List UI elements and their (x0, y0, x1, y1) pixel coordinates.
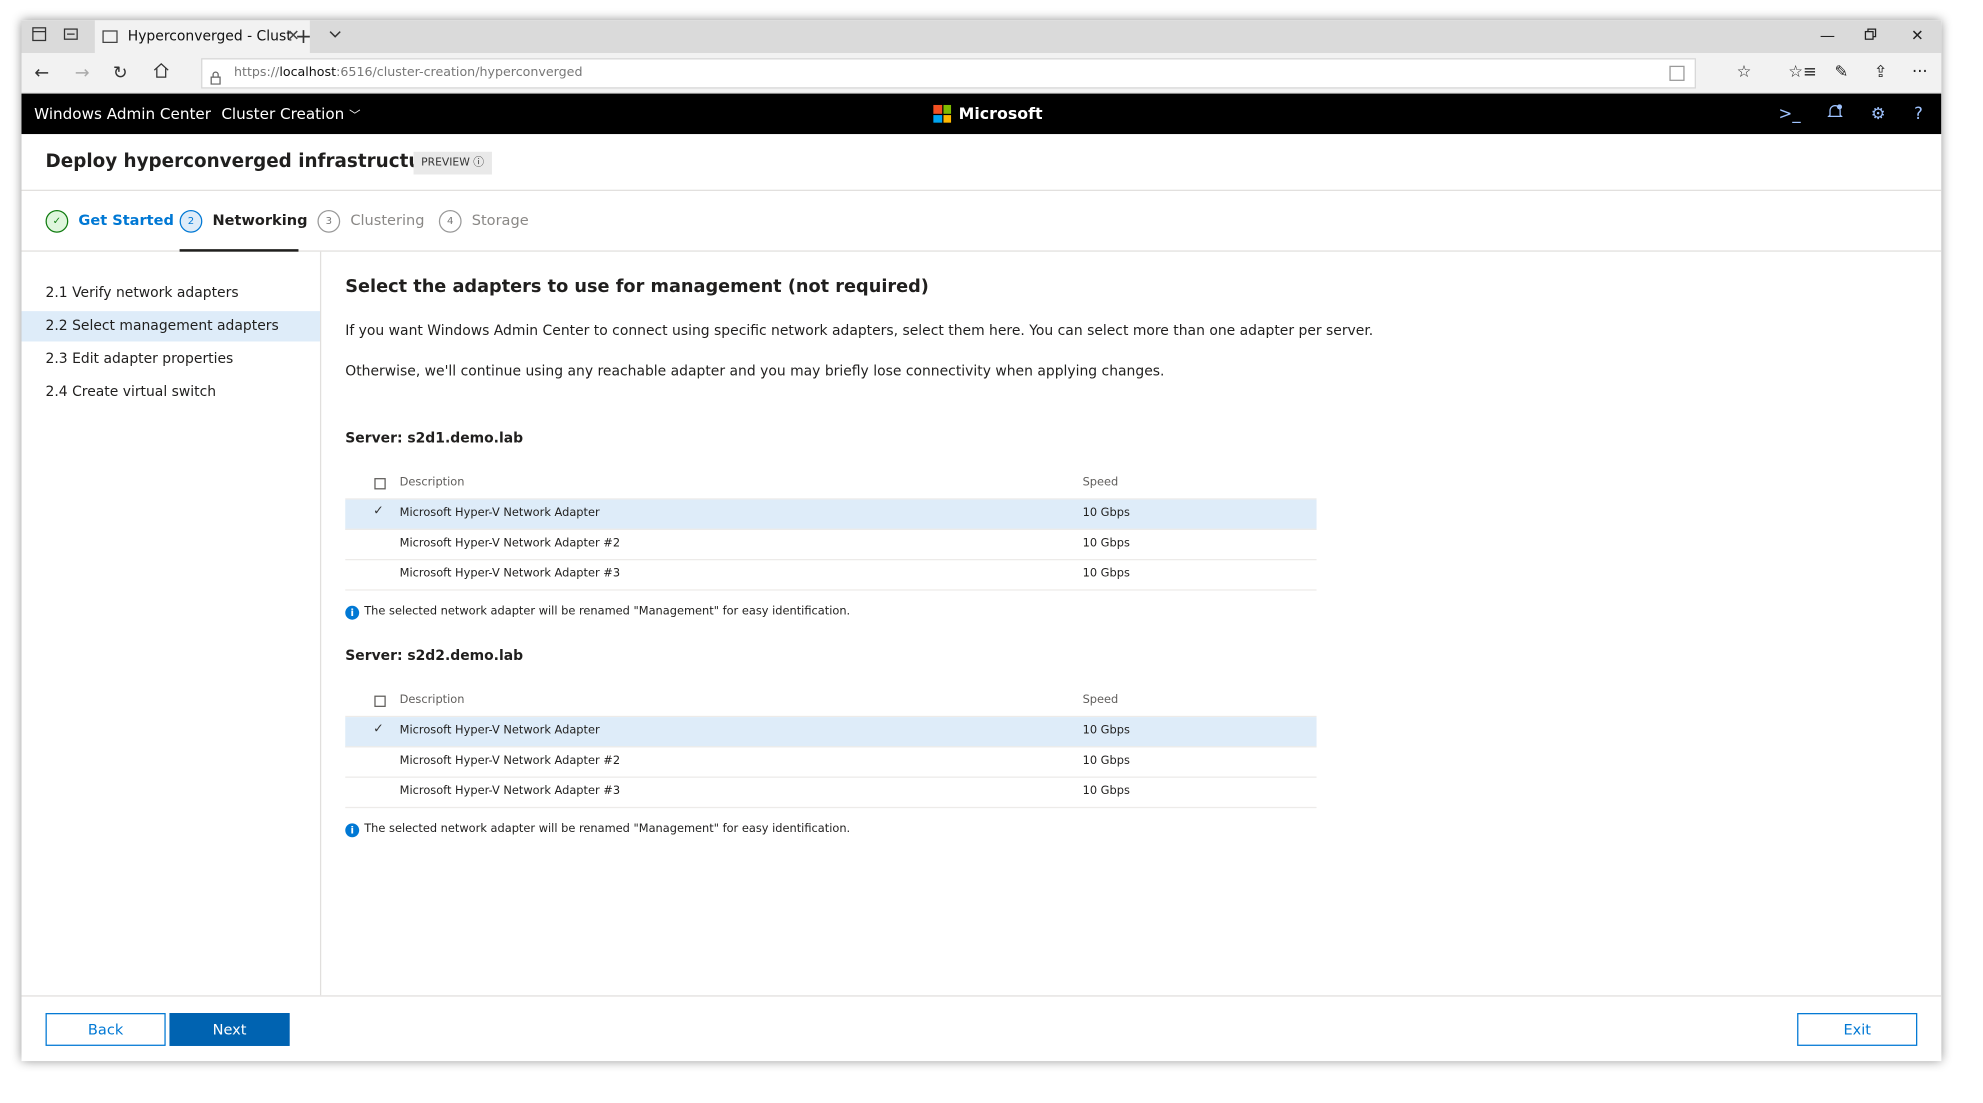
table-header: Description Speed (345, 687, 1317, 718)
section-switcher[interactable]: Cluster Creation ﹀ (221, 105, 360, 123)
adapter-description: Microsoft Hyper-V Network Adapter #2 (399, 537, 621, 551)
next-button[interactable]: Next (169, 1013, 290, 1046)
more-icon[interactable]: ··· (1906, 61, 1934, 86)
restore-icon[interactable] (1864, 27, 1877, 45)
checkmark-icon: ✓ (45, 209, 69, 233)
table-row[interactable]: Microsoft Hyper-V Network Adapter #3 10 … (345, 560, 1317, 591)
chevron-down-icon[interactable] (324, 25, 347, 48)
substep-select-management-adapters[interactable]: 2.2 Select management adapters (21, 311, 320, 342)
adapter-speed: 10 Gbps (1082, 755, 1130, 768)
substep-edit-adapter-properties[interactable]: 2.3 Edit adapter properties (21, 344, 319, 374)
reading-view-icon[interactable] (1669, 65, 1685, 81)
rename-note: i The selected network adapter will be re… (345, 823, 850, 838)
lock-icon (210, 66, 221, 85)
column-header-description[interactable]: Description (400, 694, 465, 707)
adapter-description: Microsoft Hyper-V Network Adapter #3 (399, 567, 621, 581)
adapter-table-s2d2: Description Speed ✓ Microsoft Hyper-V Ne… (345, 687, 1317, 809)
tab-preview-icon[interactable] (59, 25, 82, 48)
app-brand[interactable]: Windows Admin Center (34, 105, 211, 123)
home-icon[interactable] (148, 61, 173, 86)
adapter-description: Microsoft Hyper-V Network Adapter #3 (399, 785, 621, 799)
server-label: Server: s2d2.demo.lab (345, 647, 524, 664)
adapter-description: Microsoft Hyper-V Network Adapter (399, 724, 600, 738)
favorite-star-icon[interactable]: ☆ (1730, 61, 1758, 86)
server-label: Server: s2d1.demo.lab (345, 429, 524, 447)
pen-icon[interactable]: ✎ (1827, 61, 1855, 86)
back-icon[interactable]: ← (29, 61, 54, 86)
column-header-speed[interactable]: Speed (1083, 477, 1119, 490)
share-icon[interactable]: ⇪ (1867, 61, 1895, 86)
info-icon: i (345, 823, 360, 838)
substep-create-virtual-switch[interactable]: 2.4 Create virtual switch (21, 377, 319, 407)
back-button[interactable]: Back (45, 1013, 166, 1046)
powershell-icon[interactable]: >_ (1778, 104, 1801, 127)
instructions-text-2: Otherwise, we'll continue using any reac… (345, 362, 1165, 380)
step-number: 4 (438, 209, 462, 233)
screenshot-canvas: Hyperconverged - Clust ✕ + — ✕ ← → ↻ htt… (0, 0, 1983, 1103)
adapter-speed: 10 Gbps (1082, 537, 1130, 551)
table-row[interactable]: ✓ Microsoft Hyper-V Network Adapter 10 G… (345, 499, 1317, 530)
preview-badge[interactable]: PREVIEW ⓘ (413, 151, 492, 175)
notifications-icon[interactable] (1824, 104, 1847, 127)
new-tab-icon[interactable]: + (292, 25, 315, 48)
adapter-speed: 10 Gbps (1082, 785, 1130, 799)
step-label: Clustering (350, 211, 425, 229)
substep-nav: 2.1 Verify network adapters 2.2 Select m… (21, 251, 322, 996)
table-row[interactable]: Microsoft Hyper-V Network Adapter #2 10 … (345, 530, 1317, 561)
browser-window: Hyperconverged - Clust ✕ + — ✕ ← → ↻ htt… (21, 20, 1942, 1062)
info-icon: ⓘ (473, 156, 485, 170)
tab-title: Hyperconverged - Clust (127, 27, 292, 45)
adapter-speed: 10 Gbps (1082, 724, 1130, 738)
column-header-description[interactable]: Description (400, 477, 465, 490)
url-field[interactable]: https://localhost:6516/cluster-creation/… (201, 58, 1696, 89)
select-all-checkbox[interactable] (374, 695, 386, 707)
tab-bar: Hyperconverged - Clust ✕ + — ✕ (21, 20, 1942, 54)
window-close-icon[interactable]: ✕ (1911, 27, 1924, 45)
help-icon[interactable]: ? (1907, 104, 1930, 127)
section-title: Select the adapters to use for managemen… (345, 276, 929, 298)
rename-note: i The selected network adapter will be re… (345, 605, 850, 620)
checkmark-icon: ✓ (373, 722, 384, 737)
adapter-description: Microsoft Hyper-V Network Adapter #2 (399, 755, 621, 768)
wizard-footer: Back Next Exit (21, 995, 1942, 1062)
adapter-description: Microsoft Hyper-V Network Adapter (399, 507, 600, 520)
select-all-checkbox[interactable] (374, 478, 386, 490)
table-row[interactable]: ✓ Microsoft Hyper-V Network Adapter 10 G… (345, 717, 1317, 748)
wizard-steps: ✓ Get Started 2 Networking 3 Clustering … (21, 191, 1942, 252)
page-title-bar: Deploy hyperconverged infrastructure PRE… (21, 134, 1942, 191)
step-number: 3 (317, 209, 341, 233)
step-label: Get Started (78, 211, 174, 229)
settings-icon[interactable]: ⚙ (1867, 104, 1890, 127)
favicon (102, 30, 118, 43)
step-label: Networking (212, 211, 308, 229)
instructions-text: If you want Windows Admin Center to conn… (345, 322, 1374, 339)
chevron-down-icon: ﹀ (349, 110, 361, 123)
checkmark-icon: ✓ (373, 504, 384, 519)
table-row[interactable]: Microsoft Hyper-V Network Adapter #2 10 … (345, 747, 1317, 778)
info-icon: i (345, 605, 360, 620)
page-title: Deploy hyperconverged infrastructure (45, 151, 443, 172)
main-content: Select the adapters to use for managemen… (321, 252, 1941, 996)
table-row[interactable]: Microsoft Hyper-V Network Adapter #3 10 … (345, 778, 1317, 809)
address-bar-row: ← → ↻ https://localhost:6516/cluster-cre… (21, 53, 1942, 94)
step-number: 2 (179, 209, 203, 233)
app-header: Windows Admin Center Cluster Creation ﹀ … (21, 93, 1942, 135)
adapter-speed: 10 Gbps (1082, 567, 1130, 581)
refresh-icon[interactable]: ↻ (107, 61, 132, 86)
substep-verify-network-adapters[interactable]: 2.1 Verify network adapters (21, 278, 319, 308)
microsoft-wordmark: Microsoft (958, 103, 1043, 123)
adapter-table-s2d1: Description Speed ✓ Microsoft Hyper-V Ne… (345, 469, 1317, 591)
tab-set-aside-icon[interactable] (28, 25, 51, 48)
table-header: Description Speed (345, 469, 1317, 500)
column-header-speed[interactable]: Speed (1083, 694, 1119, 707)
browser-tab[interactable]: Hyperconverged - Clust ✕ (94, 20, 310, 54)
favorites-hub-icon[interactable]: ☆≡ (1788, 61, 1817, 86)
forward-icon[interactable]: → (70, 61, 95, 86)
url-text: https://localhost:6516/cluster-creation/… (233, 65, 583, 80)
step-label: Storage (471, 211, 529, 229)
microsoft-logo-icon (933, 104, 952, 123)
adapter-speed: 10 Gbps (1082, 507, 1130, 520)
exit-button[interactable]: Exit (1797, 1013, 1918, 1046)
minimize-icon[interactable]: — (1820, 27, 1835, 45)
